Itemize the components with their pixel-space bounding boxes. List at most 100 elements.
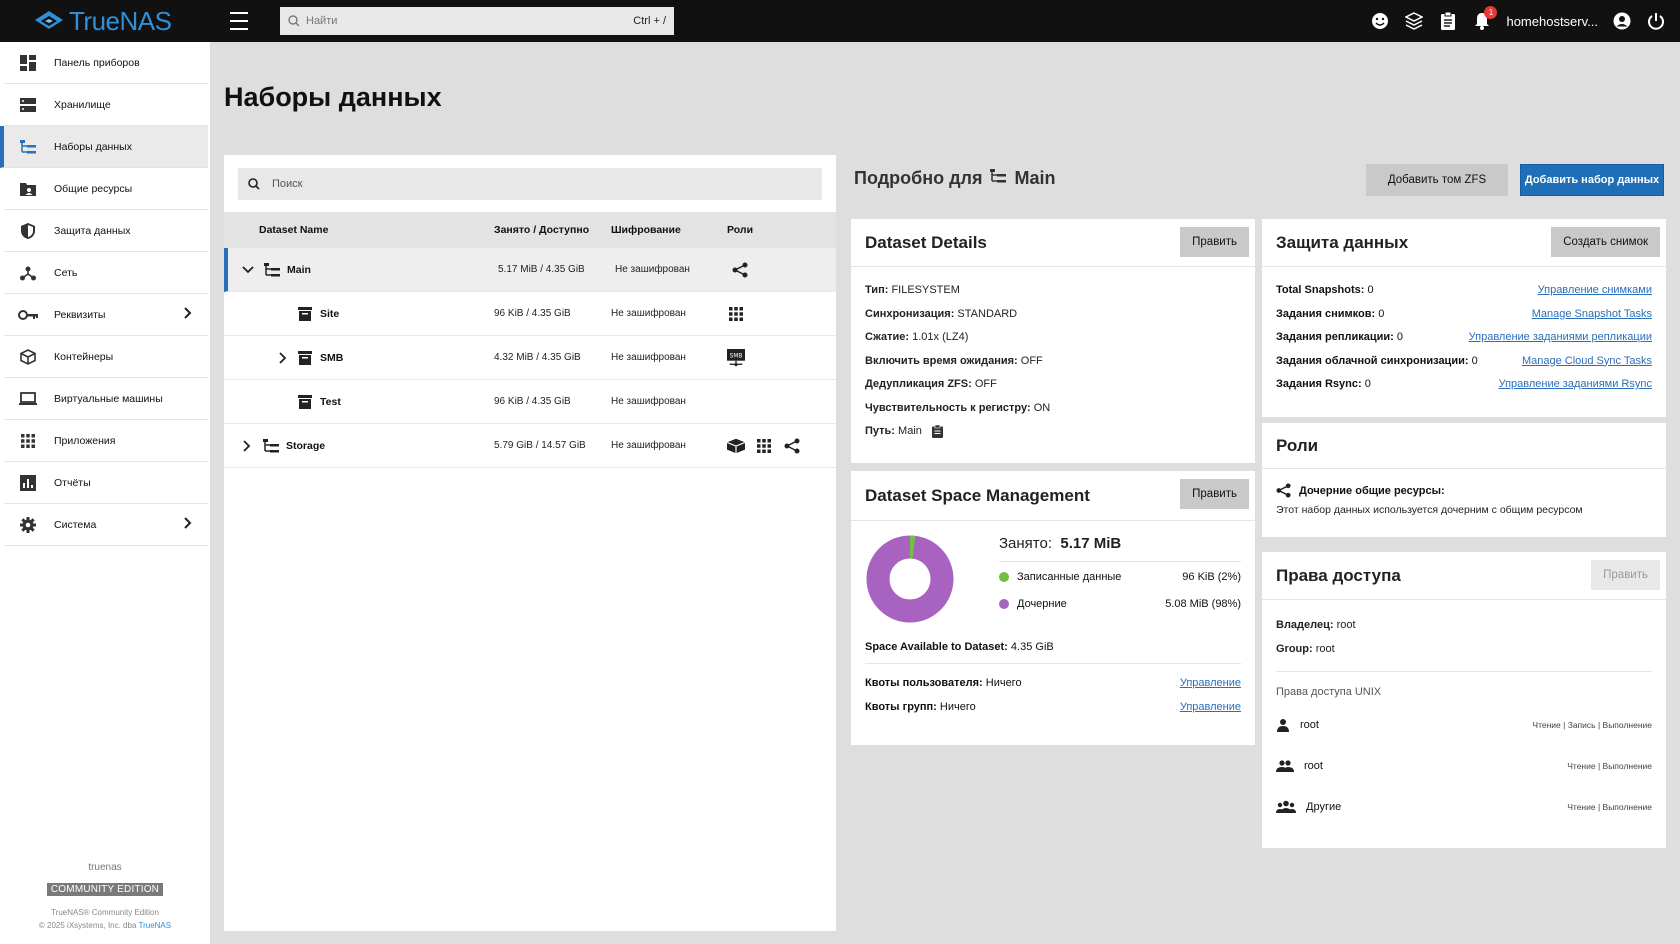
card-header: Dataset Details Править xyxy=(851,219,1255,267)
col-roles[interactable]: Роли xyxy=(727,224,753,236)
protection-row-cloud-sync: Задания облачной синхронизации: 0 Manage … xyxy=(1262,350,1666,374)
account-icon[interactable] xyxy=(1612,11,1632,31)
tree-row-main[interactable]: Main 5.17 MiB / 4.35 GiB Не зашифрован xyxy=(224,248,836,292)
tree-row-smb[interactable]: SMB 4.32 MiB / 4.35 GiB Не зашифрован SM… xyxy=(224,336,836,380)
manage-cloud-sync-link[interactable]: Manage Cloud Sync Tasks xyxy=(1522,350,1652,374)
card-header: Защита данных Создать снимок xyxy=(1262,219,1666,267)
child-shares-row: Дочерние общие ресурсы: xyxy=(1276,483,1652,498)
group-quota-manage-link[interactable]: Управление xyxy=(1180,696,1241,720)
chevron-down-icon[interactable] xyxy=(239,261,257,279)
dataset-icon xyxy=(296,349,314,367)
tree-row-test[interactable]: Test 96 KiB / 4.35 GiB Не зашифрован xyxy=(224,380,836,424)
card-title: Dataset Details xyxy=(865,232,987,252)
copy-clipboard-icon[interactable] xyxy=(931,425,943,439)
dataset-encryption: Не зашифрован xyxy=(611,352,686,363)
unix-perms-label: Права доступа UNIX xyxy=(1276,686,1382,698)
reports-icon xyxy=(18,473,38,493)
storage-icon xyxy=(18,95,38,115)
manage-rsync-link[interactable]: Управление заданиями Rsync xyxy=(1499,373,1652,397)
edit-button[interactable]: Править xyxy=(1180,479,1249,509)
edit-button-disabled[interactable]: Править xyxy=(1591,560,1660,590)
tree-header: Dataset Name Занято / Доступно Шифровани… xyxy=(224,212,836,248)
protection-row-snapshots: Total Snapshots: 0 Управление снимками xyxy=(1262,279,1666,303)
sidebar-item-reports[interactable]: Отчёты xyxy=(4,462,208,504)
manage-snapshot-tasks-link[interactable]: Manage Snapshot Tasks xyxy=(1532,303,1652,327)
add-zvol-button[interactable]: Добавить том ZFS xyxy=(1366,164,1508,196)
sidebar-item-containers[interactable]: Контейнеры xyxy=(4,336,208,378)
sidebar-footer: truenas COMMUNITY EDITION TrueNAS® Commu… xyxy=(0,862,210,944)
share-icon xyxy=(731,261,749,279)
sidebar-item-label: Отчёты xyxy=(54,476,91,489)
perm-others-perms: Чтение | Выполнение xyxy=(1567,801,1652,812)
space-used: Занято: 5.17 MiB xyxy=(999,535,1122,552)
col-used-available[interactable]: Занято / Доступно xyxy=(494,224,611,236)
apps-icon xyxy=(755,437,773,455)
username[interactable]: homehostserv... xyxy=(1506,14,1598,29)
notifications-bell-icon[interactable]: 1 xyxy=(1472,6,1498,31)
clipboard-icon[interactable] xyxy=(1438,11,1458,31)
truenas-logo-icon xyxy=(35,11,63,29)
sidebar-item-label: Приложения xyxy=(54,434,116,447)
card-header: Dataset Space Management Править xyxy=(851,471,1255,521)
dataset-search-input[interactable]: Поиск xyxy=(238,168,822,200)
jobs-icon[interactable] xyxy=(1404,11,1424,31)
space-available: Space Available to Dataset: 4.35 GiB xyxy=(865,633,1241,664)
col-encryption[interactable]: Шифрование xyxy=(611,224,727,236)
sidebar-item-label: Общие ресурсы xyxy=(54,182,133,195)
sidebar-item-storage[interactable]: Хранилище xyxy=(4,84,208,126)
sidebar-item-dashboard[interactable]: Панель приборов xyxy=(4,42,208,84)
smb-share-icon: SMB xyxy=(727,348,745,367)
global-search-input[interactable]: Найти Ctrl + / xyxy=(280,7,674,35)
legend-dot-written xyxy=(999,572,1009,582)
dataset-name: Site xyxy=(320,307,340,320)
group-row: Group: root xyxy=(1276,642,1335,655)
tree-row-site[interactable]: Site 96 KiB / 4.35 GiB Не зашифрован xyxy=(224,292,836,336)
roles-card: Роли Дочерние общие ресурсы: Этот набор … xyxy=(1262,423,1666,537)
dataset-name: Test xyxy=(320,395,341,408)
add-dataset-button[interactable]: Добавить набор данных xyxy=(1520,164,1664,196)
menu-toggle-button[interactable] xyxy=(230,12,252,30)
containers-icon xyxy=(727,437,745,455)
dataset-details-card: Dataset Details Править Тип: FILESYSTEM … xyxy=(851,219,1255,463)
card-header: Роли xyxy=(1262,423,1666,469)
detail-case-sensitivity: Чувствительность к регистру: ON xyxy=(865,401,1051,414)
sidebar-item-credentials[interactable]: Реквизиты xyxy=(4,294,208,336)
sidebar-item-apps[interactable]: Приложения xyxy=(4,420,208,462)
edit-button[interactable]: Править xyxy=(1180,227,1249,257)
sidebar-item-label: Контейнеры xyxy=(54,350,114,363)
details-title-prefix: Подробно для xyxy=(854,168,983,188)
card-title: Защита данных xyxy=(1276,232,1409,252)
permissions-card: Права доступа Править Владелец: root Gro… xyxy=(1262,552,1666,848)
truenas-link[interactable]: TrueNAS xyxy=(138,921,171,930)
edition-badge: COMMUNITY EDITION xyxy=(46,883,164,896)
dataset-tree-panel: Поиск Dataset Name Занято / Доступно Шиф… xyxy=(224,155,836,931)
hostname: truenas xyxy=(88,862,122,873)
chevron-right-icon[interactable] xyxy=(238,437,256,455)
tree-row-storage[interactable]: Storage 5.79 GiB / 14.57 GiB Не зашифров… xyxy=(224,424,836,468)
child-shares-desc: Этот набор данных используется дочерним … xyxy=(1276,504,1583,516)
shares-icon xyxy=(18,179,38,199)
chevron-right-icon[interactable] xyxy=(274,349,292,367)
dataset-root-icon xyxy=(262,437,280,455)
sidebar-item-datasets[interactable]: Наборы данных xyxy=(0,126,208,168)
user-quota-manage-link[interactable]: Управление xyxy=(1180,672,1241,696)
sidebar-item-shares[interactable]: Общие ресурсы xyxy=(4,168,208,210)
sidebar-item-virtual-machines[interactable]: Виртуальные машины xyxy=(4,378,208,420)
sidebar-item-system[interactable]: Система xyxy=(4,504,208,546)
manage-replication-link[interactable]: Управление заданиями репликации xyxy=(1469,326,1652,350)
protection-row-rsync: Задания Rsync: 0 Управление заданиями Rsy… xyxy=(1262,373,1666,397)
truenas-logo[interactable]: TrueNAS xyxy=(34,6,230,37)
dataset-used: 96 KiB / 4.35 GiB xyxy=(494,396,571,407)
perm-others-name: Другие xyxy=(1306,800,1342,813)
manage-snapshots-link[interactable]: Управление снимками xyxy=(1538,279,1652,303)
create-snapshot-button[interactable]: Создать снимок xyxy=(1551,227,1660,257)
share-icon xyxy=(1276,483,1291,498)
power-icon[interactable] xyxy=(1646,11,1666,31)
feedback-icon[interactable] xyxy=(1370,11,1390,31)
perm-group-name: root xyxy=(1304,759,1323,772)
col-dataset-name[interactable]: Dataset Name xyxy=(224,224,494,236)
laptop-icon xyxy=(18,389,38,409)
sidebar-item-data-protection[interactable]: Защита данных xyxy=(4,210,208,252)
protection-row-replication: Задания репликации: 0 Управление заданиям… xyxy=(1262,326,1666,350)
sidebar-item-network[interactable]: Сеть xyxy=(4,252,208,294)
